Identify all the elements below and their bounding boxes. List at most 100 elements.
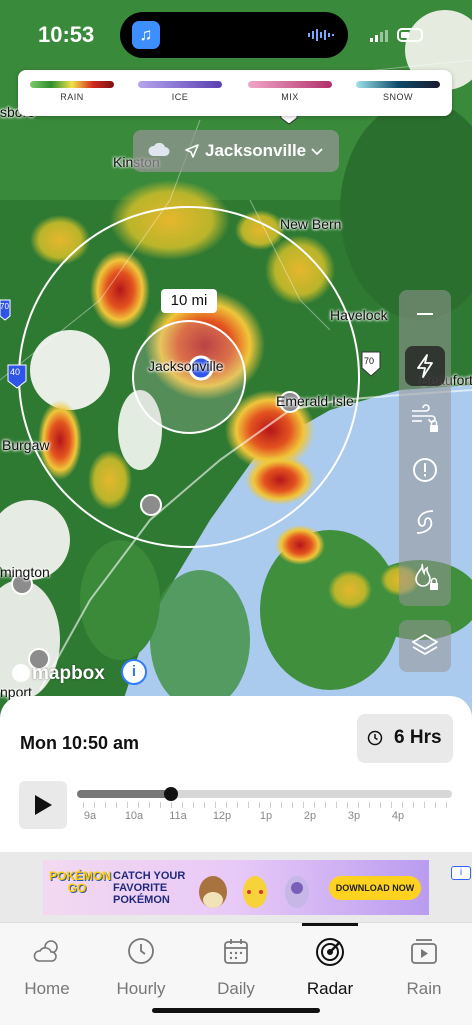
place-jacksonville: Jacksonville [148, 358, 224, 374]
timeline-tick [237, 802, 238, 808]
tab-hourly[interactable]: Hourly [101, 937, 181, 999]
tab-rain-label: Rain [406, 979, 442, 998]
mapbox-text: mapbox [32, 663, 105, 684]
mapbox-attribution[interactable]: mapbox [12, 663, 105, 685]
clock-icon [128, 938, 154, 964]
ad-banner[interactable]: POKÉMON GO CATCH YOUR FAVORITE POKÉMON D… [43, 860, 471, 915]
timeline-tick [259, 802, 260, 808]
timeline-tick [369, 802, 370, 808]
tab-home[interactable]: Home [7, 937, 87, 999]
ad-brand-logo: POKÉMON GO [49, 869, 112, 895]
fire-button[interactable] [405, 556, 445, 596]
place-burgaw: Burgaw [2, 437, 50, 453]
place-havelock: Havelock [330, 307, 388, 323]
hurricane-icon [416, 510, 434, 534]
location-selector[interactable]: Jacksonville [133, 130, 339, 172]
timeline-progress [77, 790, 171, 798]
hour-label: 11a [169, 810, 187, 822]
dynamic-island[interactable]: ♫ [120, 12, 348, 58]
zoom-out-button[interactable] [405, 294, 445, 334]
timeline-thumb[interactable] [163, 787, 178, 801]
timeline-tick [336, 802, 337, 808]
cloud-icon [148, 142, 170, 156]
status-bar: 10:53 ♫ [0, 0, 472, 70]
legend-rain: RAIN [30, 81, 114, 102]
distance-ring-label: 10 mi [161, 289, 217, 313]
wind-button[interactable] [405, 398, 445, 438]
clock-icon [367, 730, 383, 746]
legend-snow-label: SNOW [383, 92, 413, 102]
music-note-icon: ♫ [132, 21, 160, 49]
road-shield-70: 70 [364, 356, 375, 366]
cellular-signal-icon [370, 30, 388, 42]
chevron-down-icon [311, 148, 323, 156]
legend-ice: ICE [138, 81, 222, 102]
ad-choices-icon[interactable]: i [451, 866, 471, 880]
status-time: 10:53 [38, 22, 95, 47]
legend-snow: SNOW [356, 81, 440, 102]
timeline-tick [380, 802, 381, 808]
place-wilmington: mington [0, 564, 50, 580]
hour-label: 12p [212, 810, 232, 822]
audio-waveform-icon [308, 29, 334, 41]
ad-tagline: CATCH YOUR FAVORITE POKÉMON [113, 870, 186, 906]
legend-mix-label: MIX [281, 92, 299, 102]
timeline-tick [303, 802, 304, 808]
current-frame-time: Mon 10:50 am [20, 733, 140, 753]
alert-icon [413, 458, 437, 482]
lightning-button[interactable] [405, 346, 445, 386]
location-arrow-icon [185, 144, 199, 158]
timeline-tick [281, 802, 282, 808]
timeline-tick [127, 802, 128, 808]
cloud-sun-icon [33, 940, 58, 962]
legend-snow-bar [356, 81, 440, 88]
play-icon [35, 795, 52, 815]
timeline-tick [138, 802, 139, 808]
layers-icon [412, 634, 438, 655]
legend-ice-bar [138, 81, 222, 88]
timeline-tick [226, 802, 227, 808]
calendar-icon [224, 939, 248, 964]
timeline-tick [446, 802, 447, 808]
place-new-bern: New Bern [280, 216, 342, 232]
hour-label: 2p [303, 810, 317, 822]
timeline-tick [435, 802, 436, 808]
timeline-tick [105, 802, 106, 808]
ad-characters-image [199, 876, 309, 908]
road-shield-40: 40 [10, 367, 21, 377]
timeline-tick [193, 802, 194, 808]
time-range-label: 6 Hrs [394, 727, 442, 748]
timeline-slider[interactable] [77, 787, 452, 801]
timeline-tick [402, 802, 403, 808]
timeline-tick [116, 802, 117, 808]
timeline-tick [347, 802, 348, 808]
legend-rain-label: RAIN [60, 92, 84, 102]
hour-label: 9a [83, 810, 97, 822]
timeline-sheet: Mon 10:50 am 6 Hrs 9a 10a 11a 12p 1p 2p … [0, 696, 472, 856]
hurricane-button[interactable] [405, 502, 445, 542]
legend-ice-label: ICE [171, 92, 189, 102]
tab-radar[interactable]: Radar [290, 937, 370, 999]
timeline-tick [204, 802, 205, 808]
fire-locked-icon [415, 563, 438, 590]
timeline-tick [358, 802, 359, 808]
map-tools-panel [399, 290, 451, 606]
timeline-tick [160, 802, 161, 808]
time-range-button[interactable]: 6 Hrs [357, 714, 453, 763]
ad-download-button[interactable]: DOWNLOAD NOW [329, 876, 421, 900]
layers-button[interactable] [399, 620, 451, 672]
timeline-tick [314, 802, 315, 808]
timeline-tick [83, 802, 84, 808]
play-button[interactable] [19, 781, 67, 829]
hour-label: 3p [347, 810, 361, 822]
timeline-tick [424, 802, 425, 808]
tab-rain[interactable]: Rain [384, 937, 464, 999]
location-name: Jacksonville [205, 141, 307, 160]
lightning-icon [417, 354, 433, 378]
tab-daily[interactable]: Daily [196, 937, 276, 999]
radar-icon [316, 938, 344, 966]
map-info-icon[interactable]: i [121, 659, 147, 685]
timeline-tick [149, 802, 150, 808]
alerts-button[interactable] [405, 450, 445, 490]
tab-daily-label: Daily [217, 979, 255, 998]
